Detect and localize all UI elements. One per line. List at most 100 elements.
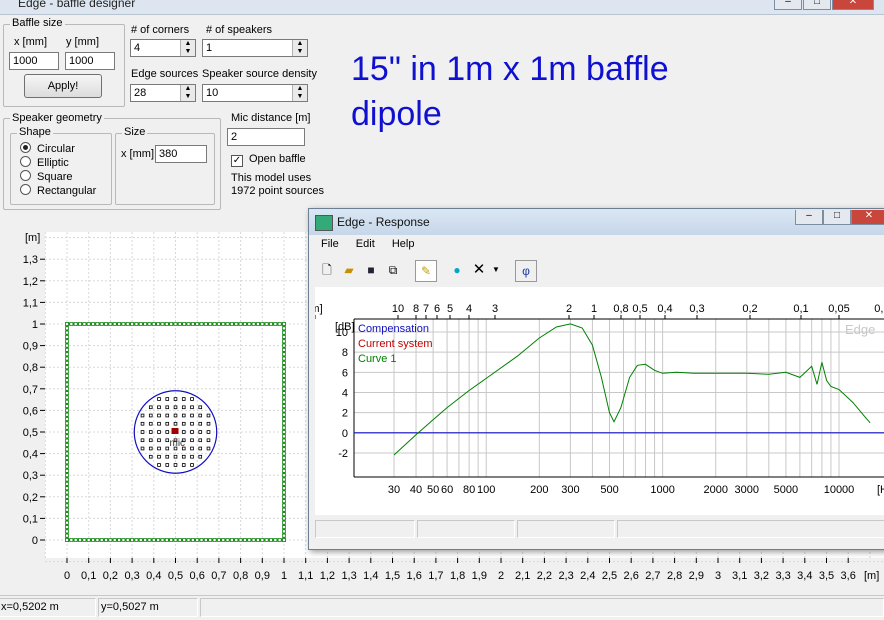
spinner-arrows-icon[interactable]: ▲ ▼ <box>180 40 195 56</box>
y-tick-label: 0,9 <box>23 341 38 353</box>
speaker-source-point <box>140 421 145 426</box>
shape-radio-square[interactable]: Square <box>20 170 72 183</box>
speaker-source-point <box>206 421 211 426</box>
response-status-2 <box>417 520 515 538</box>
response-minimize-button[interactable]: – <box>795 210 823 225</box>
shape-caption: Shape <box>17 126 53 138</box>
radio-dot-icon <box>20 170 31 181</box>
open-folder-icon[interactable]: ▰ <box>339 260 359 280</box>
phi-button[interactable]: φ <box>515 260 537 282</box>
x-tick-label: 500 <box>600 484 618 496</box>
x-tick-label: 5000 <box>774 484 798 496</box>
edge-source-point <box>65 481 69 486</box>
maximize-button[interactable]: □ <box>803 0 831 10</box>
speakers-label: # of speakers <box>206 24 273 36</box>
mic-distance-input[interactable]: 2 <box>227 128 305 146</box>
edge-source-point <box>282 412 286 417</box>
close-button[interactable]: ✕ <box>832 0 874 10</box>
edge-source-point <box>65 533 69 538</box>
top-tick-label: 10 <box>392 303 404 315</box>
new-file-icon[interactable]: 🗋 <box>317 260 337 280</box>
shape-radio-elliptic[interactable]: Elliptic <box>20 156 69 169</box>
size-x-input[interactable]: 380 <box>155 145 207 163</box>
speakers-spinner[interactable]: 1 ▲ ▼ <box>202 39 308 57</box>
delete-icon[interactable]: ✕ <box>469 260 489 280</box>
edge-source-point <box>65 399 69 404</box>
speaker-density-spinner[interactable]: 10 ▲ ▼ <box>202 84 308 102</box>
edge-source-point <box>282 378 286 383</box>
edge-source-point <box>160 322 165 326</box>
speaker-source-point <box>181 397 186 401</box>
corners-value: 4 <box>134 42 141 54</box>
edge-source-point <box>269 538 273 542</box>
edge-source-point <box>243 322 247 326</box>
edge-source-point <box>78 322 82 326</box>
baffle-y-input[interactable]: 1000 <box>65 52 115 70</box>
open-baffle-checkbox[interactable]: ✓ Open baffle <box>231 153 306 167</box>
corners-spinner[interactable]: 4 ▲ ▼ <box>130 39 196 57</box>
edge-source-point <box>69 322 74 326</box>
response-maximize-button[interactable]: □ <box>823 210 851 225</box>
radio-dot-icon <box>20 184 31 195</box>
spinner-arrows-icon[interactable]: ▲ ▼ <box>180 85 195 101</box>
edge-source-point <box>282 486 286 491</box>
menu-edit[interactable]: Edit <box>356 238 375 250</box>
x-tick-label: 300 <box>561 484 579 496</box>
speaker-source-point <box>165 454 170 459</box>
x-tick-label: 3 <box>715 570 721 582</box>
response-chart[interactable]: [dB] Edge1086420-230 40 50 60 80 100 200 300 500 1… <box>315 287 884 515</box>
cylinder-icon[interactable]: ● <box>447 260 467 280</box>
top-tick-label: 3 <box>492 303 498 315</box>
edge-source-point <box>234 538 239 542</box>
y-tick-label: 0,2 <box>23 492 38 504</box>
edge-sources-spinner[interactable]: 28 ▲ ▼ <box>130 84 196 102</box>
menu-file[interactable]: File <box>321 238 339 250</box>
edge-source-point <box>65 369 69 374</box>
y-tick-label: 0 <box>32 535 38 547</box>
y-tick-label: 0,1 <box>23 513 38 525</box>
x-tick-label: 1,6 <box>407 570 422 582</box>
copy-icon[interactable]: ⧉ <box>383 260 403 280</box>
save-icon[interactable]: ■ <box>361 260 381 280</box>
top-tick-label: 1 <box>591 303 597 315</box>
edge-source-point <box>65 404 69 408</box>
response-window[interactable]: Edge - Response – □ ✕ File Edit Help 🗋 ▰… <box>308 208 884 550</box>
menu-help[interactable]: Help <box>392 238 415 250</box>
edge-source-point <box>282 438 286 443</box>
edge-source-point <box>282 447 286 452</box>
edge-source-point <box>65 330 69 335</box>
edge-source-point <box>230 538 234 542</box>
baffle-y-label: y [mm] <box>66 36 99 48</box>
edge-source-point <box>91 322 95 326</box>
edge-source-point <box>125 322 130 326</box>
minimize-button[interactable]: – <box>774 0 802 10</box>
spinner-arrows-icon[interactable]: ▲ ▼ <box>292 85 307 101</box>
edge-source-point <box>264 538 269 542</box>
speaker-source-point <box>198 454 203 459</box>
edge-source-point <box>221 538 226 542</box>
edge-source-point <box>282 529 286 534</box>
pencil-icon[interactable]: ✎ <box>415 260 437 282</box>
x-tick-label: 2,5 <box>602 570 617 582</box>
edge-source-point <box>95 322 100 326</box>
x-tick-label: 0,9 <box>255 570 270 582</box>
edge-source-point <box>65 408 69 413</box>
baffle-x-input[interactable]: 1000 <box>9 52 59 70</box>
speaker-source-point <box>148 446 153 451</box>
edge-source-point <box>173 322 178 326</box>
edge-source-point <box>182 538 187 542</box>
shape-radio-rectangular[interactable]: Rectangular <box>20 184 96 197</box>
spinner-arrows-icon[interactable]: ▲ ▼ <box>292 40 307 56</box>
edge-source-point <box>134 538 139 542</box>
response-close-button[interactable]: ✕ <box>851 210 884 225</box>
speaker-source-point <box>198 446 203 451</box>
shape-radio-circular[interactable]: Circular <box>20 142 75 155</box>
edge-source-point <box>282 373 286 378</box>
edge-source-point <box>65 538 69 542</box>
apply-button[interactable]: Apply! <box>24 74 102 98</box>
edge-source-point <box>130 538 135 542</box>
dropdown-arrow-icon[interactable]: ▼ <box>489 260 503 280</box>
status-x: x=0,5202 m <box>0 598 96 617</box>
edge-source-point <box>65 447 69 452</box>
edge-source-point <box>208 322 213 326</box>
